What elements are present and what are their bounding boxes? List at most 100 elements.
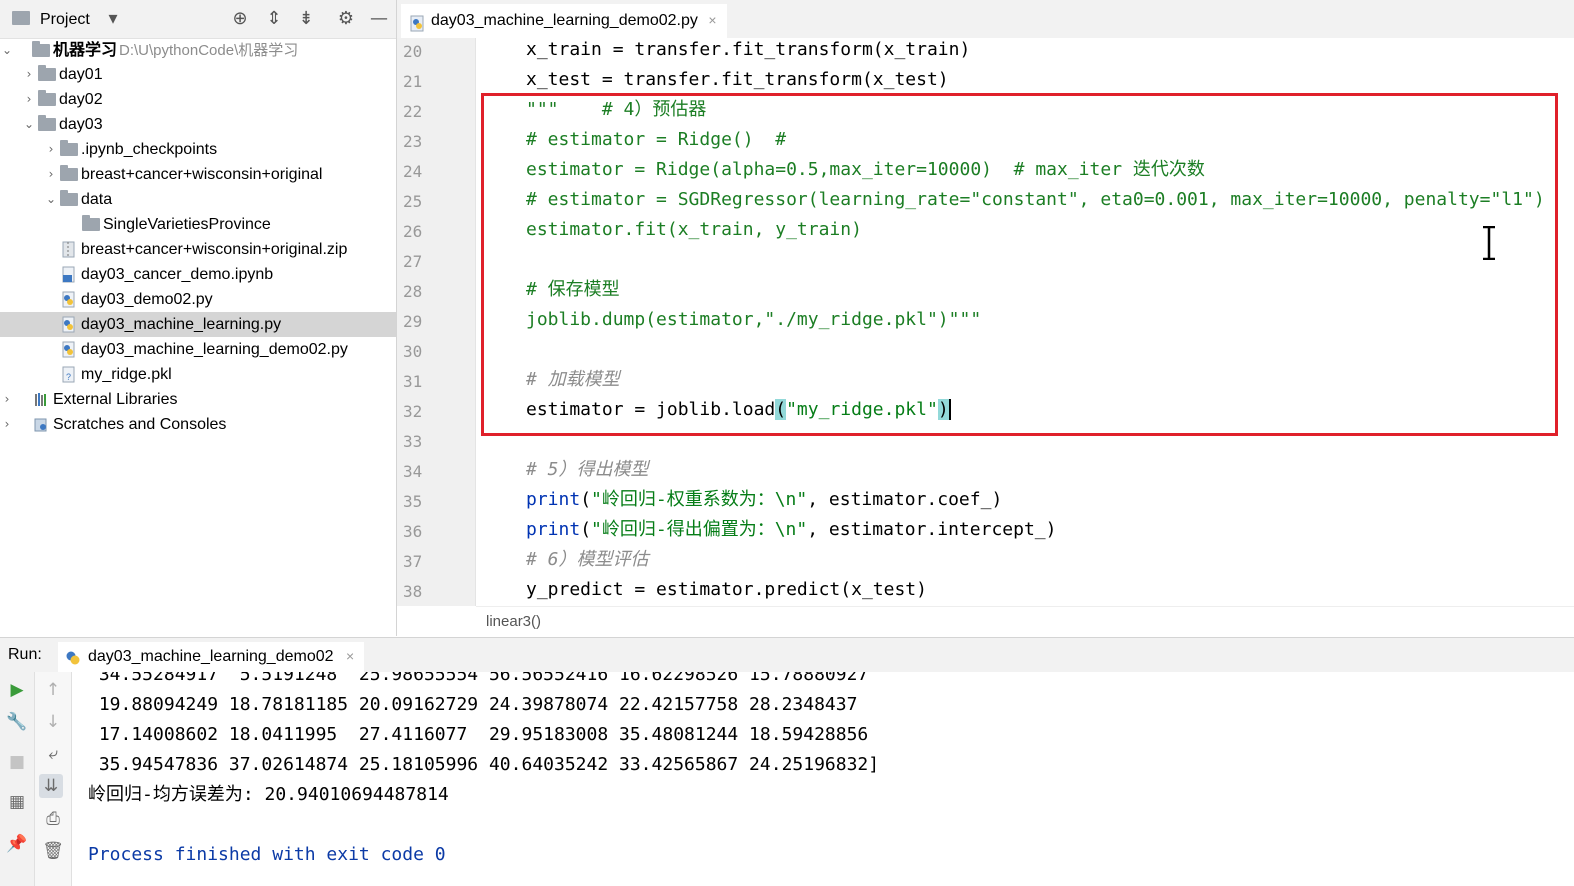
arrow-down-icon[interactable]: ↓ <box>41 710 65 734</box>
project-view-icon <box>12 11 30 25</box>
line-number: 27 <box>403 252 423 271</box>
folder-icon <box>38 115 56 131</box>
run-tab[interactable]: day03_machine_learning_demo02 × <box>58 642 365 676</box>
svg-text:?: ? <box>66 372 71 382</box>
code-line[interactable]: x_train = transfer.fit_transform(x_train… <box>526 38 970 65</box>
locate-icon[interactable]: ⊕ <box>229 8 251 30</box>
gear-icon[interactable]: ⚙ <box>335 8 357 30</box>
chevron-down-icon[interactable]: ⌄ <box>22 112 36 137</box>
annotation-highlight-box <box>481 93 1558 436</box>
tree-item[interactable]: › day02 <box>0 87 396 112</box>
chevron-right-icon[interactable]: › <box>0 387 14 412</box>
ipynb-file-icon <box>62 266 75 283</box>
code-line[interactable]: print("岭回归-权重系数为：\n", estimator.coef_) <box>526 485 1002 515</box>
console-line: 17.14008602 18.0411995 27.4116077 29.951… <box>88 724 869 745</box>
print-icon[interactable]: ⎙ <box>41 807 65 831</box>
tree-item-label: SingleVarietiesProvince <box>103 216 271 233</box>
folder-icon <box>38 65 56 81</box>
tree-item-label: day03_cancer_demo.ipynb <box>81 266 274 283</box>
breadcrumb-function[interactable]: linear3() <box>476 613 541 630</box>
tree-item[interactable]: ⌄ day03 <box>0 112 396 137</box>
tree-item-label: Scratches and Consoles <box>53 416 227 433</box>
expand-all-icon[interactable]: ⇕ <box>263 8 285 30</box>
console-line: 岭回归-均方误差为: 20.94010694487814 <box>88 784 449 805</box>
trash-icon[interactable]: 🗑 <box>41 839 65 863</box>
tree-item-label: 机器学习 <box>53 42 118 59</box>
tree-item-label: day03_machine_learning.py <box>81 316 282 333</box>
console-line: Process finished with exit code 0 <box>88 844 446 865</box>
editor-tab-active[interactable]: day03_machine_learning_demo02.py × <box>401 4 727 41</box>
run-tab-label: day03_machine_learning_demo02 <box>88 648 334 665</box>
code-line[interactable]: x_test = transfer.fit_transform(x_test) <box>526 65 949 95</box>
code-line[interactable]: print("岭回归-得出偏置为：\n", estimator.intercep… <box>526 515 1056 545</box>
zip-file-icon <box>62 241 75 258</box>
tree-item[interactable]: day03_cancer_demo.ipynb <box>0 262 396 287</box>
run-toolbar-right: ↑ ↓ ⤶ ⇊ ⎙ 🗑 <box>35 672 72 886</box>
run-console-output[interactable]: 34.55284917 5.5191248 25.98655554 56.565… <box>72 672 1574 886</box>
chevron-down-icon[interactable]: ⌄ <box>0 38 14 63</box>
wrench-icon[interactable]: 🔧 <box>5 710 29 734</box>
tree-item[interactable]: SingleVarietiesProvince <box>0 212 396 237</box>
line-number: 36 <box>403 522 423 541</box>
chevron-down-icon[interactable]: ▾ <box>102 8 124 30</box>
tree-item-label: External Libraries <box>53 391 178 408</box>
python-file-icon <box>410 12 425 32</box>
line-number: 23 <box>403 132 423 151</box>
line-number: 20 <box>403 42 423 61</box>
tree-item-label: my_ridge.pkl <box>81 366 172 383</box>
stop-icon[interactable]: ■ <box>5 750 29 774</box>
chevron-down-icon[interactable]: ⌄ <box>44 187 58 212</box>
chevron-right-icon[interactable]: › <box>0 412 14 437</box>
rerun-icon[interactable]: ▶ <box>5 678 29 702</box>
project-path-hint: D:\U\pythonCode\机器学习 <box>119 42 299 59</box>
chevron-right-icon[interactable]: › <box>44 137 58 162</box>
line-number: 29 <box>403 312 423 331</box>
chevron-right-icon[interactable]: › <box>44 162 58 187</box>
tree-item[interactable]: ⌄ data <box>0 187 396 212</box>
layout-icon[interactable]: ▦ <box>5 790 29 814</box>
tree-item[interactable]: day03_demo02.py <box>0 287 396 312</box>
tree-item[interactable]: day03_machine_learning_demo02.py <box>0 337 396 362</box>
code-breadcrumb[interactable]: linear3() <box>476 606 1574 637</box>
tree-item[interactable]: breast+cancer+wisconsin+original.zip <box>0 237 396 262</box>
pin-icon[interactable]: 📌 <box>5 832 29 856</box>
editor-tab-bar: day03_machine_learning_demo02.py × <box>397 0 1574 41</box>
folder-icon <box>60 140 78 156</box>
tree-item[interactable]: day03_machine_learning.py <box>0 312 396 337</box>
line-number: 26 <box>403 222 423 241</box>
folder-icon <box>38 90 56 106</box>
close-icon[interactable]: × <box>708 12 716 28</box>
tree-item[interactable]: ? my_ridge.pkl <box>0 362 396 387</box>
line-number: 30 <box>403 342 423 361</box>
project-title[interactable]: Project <box>40 11 90 29</box>
tree-item[interactable]: › breast+cancer+wisconsin+original <box>0 162 396 187</box>
minimize-icon[interactable]: — <box>368 8 390 30</box>
soft-wrap-icon[interactable]: ⤶ <box>41 742 65 766</box>
scroll-to-end-icon[interactable]: ⇊ <box>39 774 63 798</box>
tree-item[interactable]: ⌄ 机器学习 D:\U\pythonCode\机器学习 <box>0 38 396 63</box>
line-number: 25 <box>403 192 423 211</box>
tree-item[interactable]: › day01 <box>0 62 396 87</box>
code-line[interactable]: # 6）模型评估 <box>526 545 649 575</box>
code-line[interactable]: # 5）得出模型 <box>526 455 649 485</box>
folder-icon <box>82 215 100 231</box>
py-file-icon <box>62 316 75 333</box>
code-line[interactable]: y_predict = estimator.predict(x_test) <box>526 575 927 605</box>
folder-icon <box>32 41 50 57</box>
editor-tab-label: day03_machine_learning_demo02.py <box>431 12 698 29</box>
tree-item-label: .ipynb_checkpoints <box>81 141 218 158</box>
lib-file-icon <box>35 393 46 406</box>
tree-item[interactable]: › .ipynb_checkpoints <box>0 137 396 162</box>
chevron-right-icon[interactable]: › <box>22 62 36 87</box>
tree-item[interactable]: › Scratches and Consoles <box>0 412 396 437</box>
collapse-all-icon[interactable]: ⇟ <box>295 8 317 30</box>
line-number: 21 <box>403 72 423 91</box>
tree-item-label: day03_machine_learning_demo02.py <box>81 341 348 358</box>
py-file-icon <box>62 341 75 358</box>
py-file-icon <box>62 291 75 308</box>
close-icon[interactable]: × <box>346 648 354 664</box>
arrow-up-icon[interactable]: ↑ <box>41 678 65 702</box>
tree-item[interactable]: › External Libraries <box>0 387 396 412</box>
chevron-right-icon[interactable]: › <box>22 87 36 112</box>
tree-item-label: data <box>81 191 113 208</box>
